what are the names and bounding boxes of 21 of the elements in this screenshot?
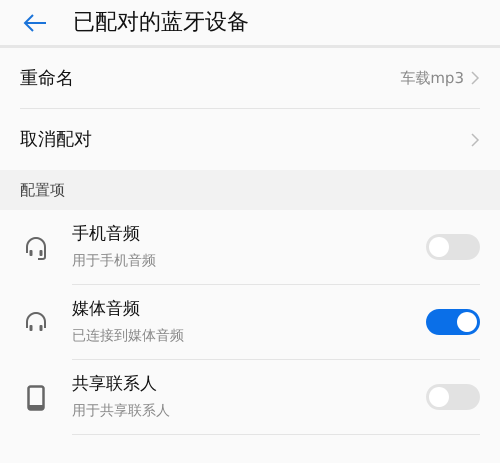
back-arrow-icon bbox=[23, 12, 47, 32]
headset-icon bbox=[24, 234, 48, 260]
chevron-icon bbox=[470, 132, 480, 148]
profile-title: 手机音频 bbox=[72, 223, 141, 246]
toggle-switch[interactable] bbox=[426, 234, 480, 260]
profile-subtitle: 用于共享联系人 bbox=[72, 402, 171, 421]
profile-subtitle: 已连接到媒体音频 bbox=[72, 326, 185, 346]
row-value: 车载mp3 bbox=[400, 68, 464, 89]
profile-title: 共享联系人 bbox=[72, 373, 158, 396]
section-header: 配置项 bbox=[0, 170, 500, 210]
phone-icon bbox=[27, 384, 45, 410]
row-label: 取消配对 bbox=[20, 128, 92, 152]
page-title: 已配对的蓝牙设备 bbox=[73, 9, 249, 37]
row-label: 重命名 bbox=[20, 66, 74, 90]
settings-row[interactable]: 取消配对 bbox=[20, 109, 480, 170]
settings-row[interactable]: 重命名 车载mp3 bbox=[20, 48, 480, 109]
profile-title: 媒体音频 bbox=[72, 298, 141, 322]
profile-subtitle: 用于手机音频 bbox=[72, 252, 157, 271]
toggle-switch[interactable] bbox=[426, 309, 480, 335]
toggle-switch[interactable] bbox=[426, 384, 480, 410]
chevron-icon bbox=[470, 70, 480, 86]
